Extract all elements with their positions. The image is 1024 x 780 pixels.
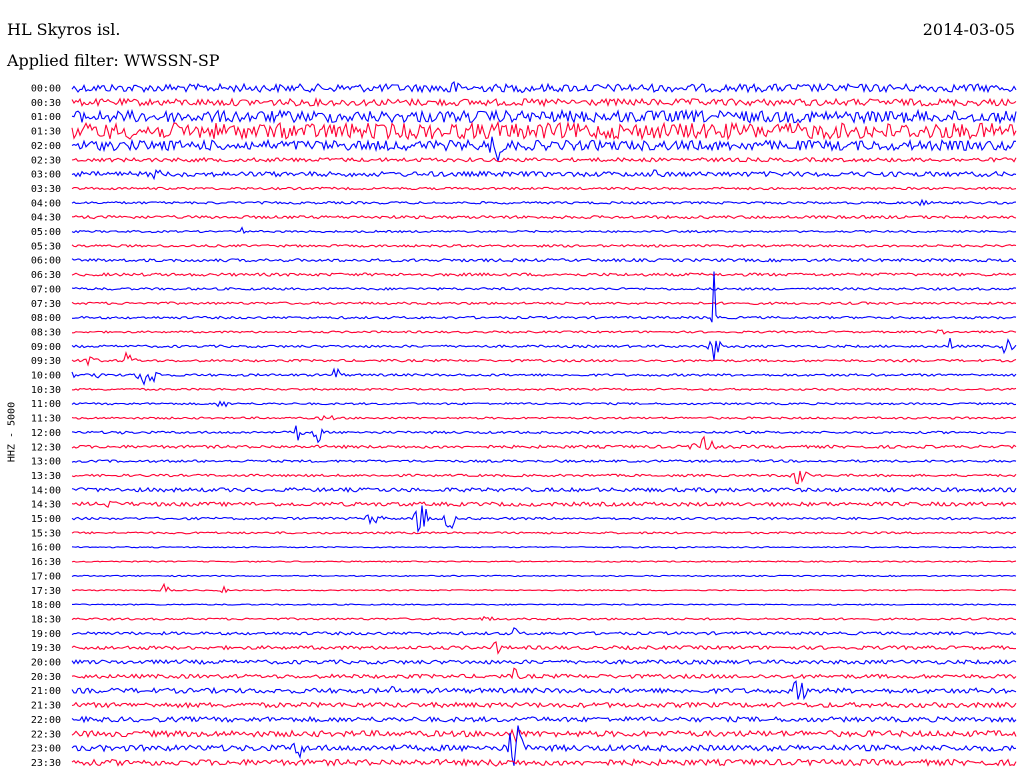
time-tick-label: 22:00 [31, 715, 61, 726]
trace-line [71, 667, 1017, 680]
time-tick-label: 18:00 [31, 600, 61, 611]
trace-line [71, 641, 1017, 655]
trace-line [71, 715, 1017, 724]
trace-line [71, 615, 1017, 622]
trace-line [71, 545, 1017, 550]
time-tick-label: 08:00 [31, 313, 61, 324]
trace-line [71, 350, 1017, 367]
time-tick-label: 21:30 [31, 701, 61, 712]
trace-line [72, 329, 1017, 335]
time-tick-label: 12:00 [31, 428, 61, 439]
time-tick-label: 07:30 [31, 299, 61, 310]
time-tick-label: 14:30 [31, 500, 61, 511]
time-tick-label: 01:00 [31, 112, 61, 123]
time-tick-label: 00:00 [31, 84, 61, 95]
time-tick-label: 18:30 [31, 614, 61, 625]
trace-line [72, 271, 1017, 323]
time-tick-label: 02:30 [31, 155, 61, 166]
time-tick-label: 12:30 [31, 442, 61, 453]
trace-line [72, 214, 1017, 220]
time-tick-label: 11:00 [31, 399, 61, 410]
trace-line [71, 435, 1017, 451]
trace-line [71, 659, 1017, 665]
trace-line [71, 286, 1017, 291]
time-tick-label: 07:00 [31, 284, 61, 295]
time-tick-label: 13:30 [31, 471, 61, 482]
trace-line [71, 97, 1017, 108]
trace-line [71, 120, 1017, 141]
time-tick-label: 10:30 [31, 385, 61, 396]
trace-line [71, 757, 1017, 768]
time-tick-label: 06:30 [31, 270, 61, 281]
time-tick-label: 19:00 [31, 629, 61, 640]
time-tick-label: 10:00 [31, 371, 61, 382]
time-tick-label: 03:00 [31, 170, 61, 181]
trace-line [71, 272, 1017, 277]
time-tick-label: 14:00 [31, 485, 61, 496]
trace-line [71, 505, 1017, 534]
trace-line [71, 582, 1017, 594]
trace-line [71, 627, 1017, 636]
time-tick-label: 21:00 [31, 686, 61, 697]
trace-line [71, 367, 1017, 386]
trace-line [71, 257, 1017, 263]
time-tick-label: 05:00 [31, 227, 61, 238]
time-tick-label: 20:00 [31, 658, 61, 669]
time-tick-label: 20:30 [31, 672, 61, 683]
trace-line [71, 80, 1017, 94]
trace-line [71, 156, 1017, 163]
time-tick-label: 17:30 [31, 586, 61, 597]
time-tick-label: 17:00 [31, 571, 61, 582]
trace-line [71, 243, 1017, 248]
trace-line [71, 301, 1017, 306]
trace-line [71, 168, 1017, 181]
time-tick-label: 16:30 [31, 557, 61, 568]
trace-line [71, 198, 1017, 207]
time-tick-label: 06:00 [31, 256, 61, 267]
time-tick-label: 08:30 [31, 327, 61, 338]
time-tick-label: 04:00 [31, 198, 61, 209]
trace-line [71, 387, 1017, 392]
trace-line [71, 136, 1017, 162]
trace-line [71, 560, 1017, 563]
time-tick-label: 15:00 [31, 514, 61, 525]
trace-line [71, 414, 1017, 421]
trace-line [71, 470, 1017, 485]
seismogram-chart: 00:00 00:30 01:00 01:30 02:00 02:30 03:00 03:30… [31, 80, 1017, 769]
time-tick-label: 11:30 [31, 414, 61, 425]
trace-line [71, 400, 1017, 408]
time-tick-label: 02:00 [31, 141, 61, 152]
time-tick-label: 04:30 [31, 213, 61, 224]
trace-line [71, 108, 1017, 125]
trace-line [72, 603, 1017, 606]
time-tick-label: 09:00 [31, 342, 61, 353]
time-tick-label: 03:30 [31, 184, 61, 195]
time-tick-label: 01:30 [31, 127, 61, 138]
trace-line [71, 337, 1017, 361]
trace-line [71, 680, 1017, 701]
time-tick-label: 15:30 [31, 528, 61, 539]
trace-line [71, 701, 1017, 709]
trace-line [71, 186, 1017, 191]
trace-line [71, 486, 1017, 494]
trace-line [71, 574, 1017, 578]
trace-line [71, 728, 1017, 744]
time-tick-label: 23:30 [31, 758, 61, 769]
trace-line [71, 531, 1017, 535]
trace-line [71, 226, 1017, 235]
trace-line [71, 459, 1017, 464]
time-tick-label: 16:00 [31, 543, 61, 554]
time-tick-label: 23:00 [31, 744, 61, 755]
trace-line [71, 500, 1017, 509]
time-tick-label: 19:30 [31, 643, 61, 654]
time-tick-label: 09:30 [31, 356, 61, 367]
time-tick-label: 13:00 [31, 457, 61, 468]
trace-line [71, 425, 1017, 444]
time-tick-label: 00:30 [31, 98, 61, 109]
time-tick-label: 05:30 [31, 241, 61, 252]
time-tick-label: 22:30 [31, 729, 61, 740]
